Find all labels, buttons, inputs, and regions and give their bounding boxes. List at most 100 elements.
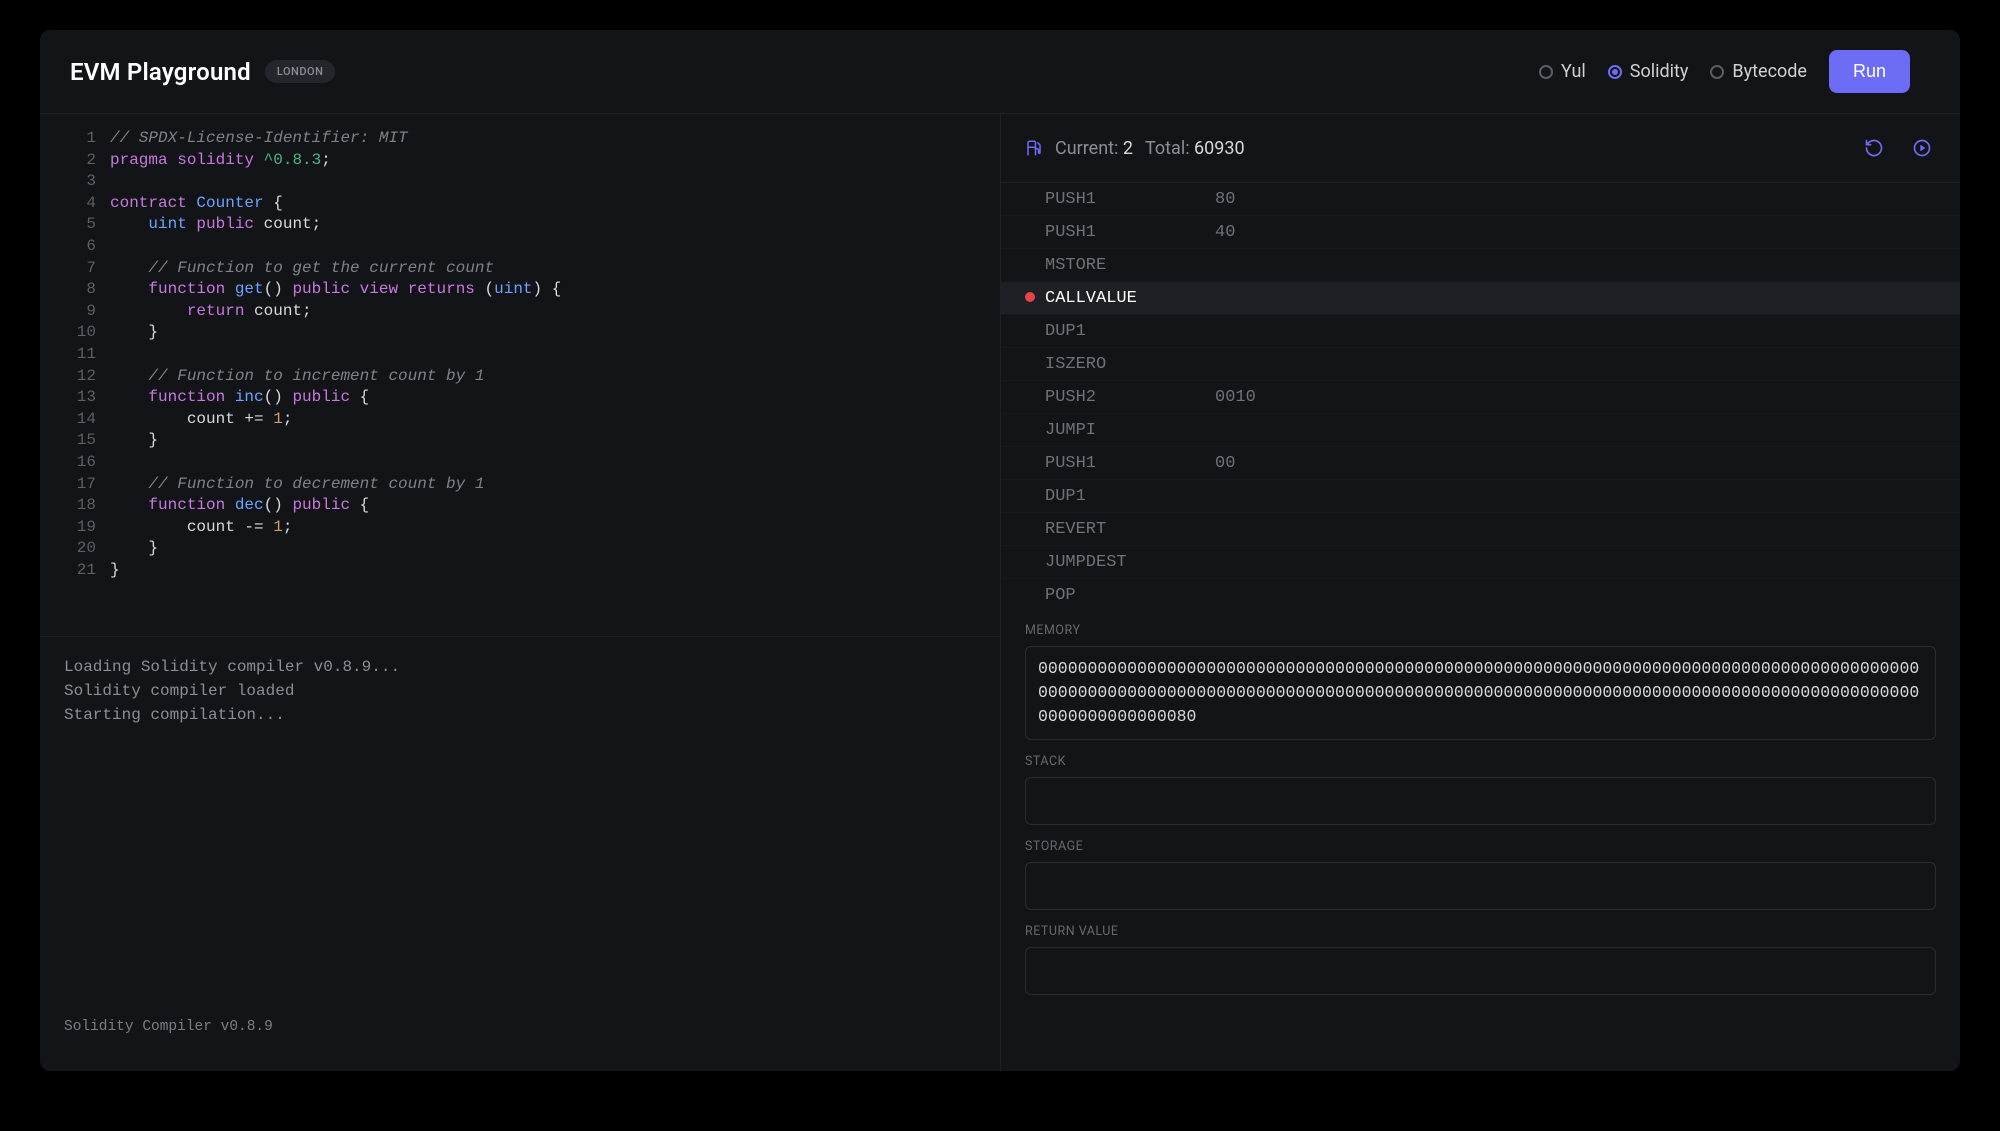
opcode-name: ISZERO <box>1045 355 1215 374</box>
opcode-row[interactable]: POP <box>1001 579 1960 603</box>
code-editor[interactable]: 1// SPDX-License-Identifier: MIT2pragma … <box>40 114 1000 636</box>
opcode-row[interactable]: DUP1 <box>1001 480 1960 513</box>
line-number: 6 <box>40 236 110 258</box>
opcode-arg: 80 <box>1215 190 1235 209</box>
line-number: 20 <box>40 538 110 560</box>
code-line: 2pragma solidity ^0.8.3; <box>40 150 1000 172</box>
code-line: 11 <box>40 344 1000 366</box>
app-window: EVM Playground LONDON Yul Solidity Bytecod… <box>40 30 1960 1071</box>
opcode-name: CALLVALUE <box>1045 289 1215 308</box>
code-line: 18 function dec() public { <box>40 495 1000 517</box>
lang-radio-group: Yul Solidity Bytecode <box>1539 61 1807 82</box>
line-number: 14 <box>40 409 110 431</box>
left-panel: 1// SPDX-License-Identifier: MIT2pragma … <box>40 114 1001 1071</box>
code-line: 17 // Function to decrement count by 1 <box>40 474 1000 496</box>
code-text: // Function to get the current count <box>110 258 494 280</box>
header: EVM Playground LONDON Yul Solidity Bytecod… <box>40 30 1960 114</box>
radio-label: Solidity <box>1630 61 1689 82</box>
header-left: EVM Playground LONDON <box>70 58 335 86</box>
compiler-version-label: Solidity Compiler v0.8.9 <box>64 1019 976 1035</box>
opcode-name: PUSH1 <box>1045 223 1215 242</box>
return-section: RETURN VALUE <box>1025 924 1936 995</box>
memory-label: MEMORY <box>1025 623 1936 638</box>
opcode-row[interactable]: PUSH100 <box>1001 447 1960 480</box>
code-text: // Function to increment count by 1 <box>110 366 484 388</box>
code-text <box>110 344 120 366</box>
gas-pump-icon <box>1025 139 1043 157</box>
right-header: Current: 2 Total: 60930 <box>1001 114 1960 183</box>
code-text: count -= 1; <box>110 517 292 539</box>
line-number: 16 <box>40 452 110 474</box>
line-number: 11 <box>40 344 110 366</box>
radio-label: Bytecode <box>1732 61 1807 82</box>
gas-info: Current: 2 Total: 60930 <box>1025 138 1245 159</box>
code-line: 19 count -= 1; <box>40 517 1000 539</box>
console-line: Solidity compiler loaded <box>64 679 976 703</box>
radio-label: Yul <box>1561 61 1586 82</box>
opcode-arg: 00 <box>1215 454 1235 473</box>
code-line: 1// SPDX-License-Identifier: MIT <box>40 128 1000 150</box>
storage-section: STORAGE <box>1025 839 1936 910</box>
code-line: 13 function inc() public { <box>40 387 1000 409</box>
gas-current: Current: 2 <box>1055 138 1133 159</box>
code-text: } <box>110 560 120 582</box>
opcode-name: POP <box>1045 586 1215 604</box>
code-text: function inc() public { <box>110 387 369 409</box>
code-line: 20 } <box>40 538 1000 560</box>
line-number: 17 <box>40 474 110 496</box>
opcode-row[interactable]: PUSH180 <box>1001 183 1960 216</box>
stack-value <box>1025 777 1936 825</box>
radio-dot-icon <box>1539 65 1553 79</box>
opcode-row[interactable]: CALLVALUE <box>1001 282 1960 315</box>
opcode-name: JUMPDEST <box>1045 553 1215 572</box>
run-button[interactable]: Run <box>1829 50 1910 93</box>
line-number: 1 <box>40 128 110 150</box>
step-button[interactable] <box>1908 134 1936 162</box>
code-line: 8 function get() public view returns (ui… <box>40 279 1000 301</box>
code-text <box>110 236 120 258</box>
body: 1// SPDX-License-Identifier: MIT2pragma … <box>40 114 1960 1071</box>
code-line: 10 } <box>40 322 1000 344</box>
console-line: Loading Solidity compiler v0.8.9... <box>64 655 976 679</box>
storage-value <box>1025 862 1936 910</box>
opcode-row[interactable]: PUSH20010 <box>1001 381 1960 414</box>
code-text <box>110 171 120 193</box>
code-text: count += 1; <box>110 409 292 431</box>
header-actions: Yul Solidity Bytecode Run <box>1539 50 1910 93</box>
line-number: 18 <box>40 495 110 517</box>
code-text: function dec() public { <box>110 495 369 517</box>
debugger-controls <box>1860 134 1936 162</box>
code-text: } <box>110 322 158 344</box>
opcode-row[interactable]: ISZERO <box>1001 348 1960 381</box>
opcode-row[interactable]: PUSH140 <box>1001 216 1960 249</box>
line-number: 21 <box>40 560 110 582</box>
line-number: 10 <box>40 322 110 344</box>
opcode-list[interactable]: PUSH180PUSH140MSTORECALLVALUEDUP1ISZEROP… <box>1001 183 1960 603</box>
opcode-row[interactable]: REVERT <box>1001 513 1960 546</box>
reset-button[interactable] <box>1860 134 1888 162</box>
vm-state: MEMORY 000000000000000000000000000000000… <box>1001 603 1960 1071</box>
code-text: } <box>110 430 158 452</box>
code-line: 4contract Counter { <box>40 193 1000 215</box>
line-number: 5 <box>40 214 110 236</box>
line-number: 4 <box>40 193 110 215</box>
code-text: return count; <box>110 301 312 323</box>
line-number: 13 <box>40 387 110 409</box>
opcode-name: REVERT <box>1045 520 1215 539</box>
line-number: 9 <box>40 301 110 323</box>
line-number: 8 <box>40 279 110 301</box>
radio-dot-icon <box>1608 65 1622 79</box>
memory-section: MEMORY 000000000000000000000000000000000… <box>1025 623 1936 740</box>
gas-total-value: 60930 <box>1194 138 1245 159</box>
opcode-row[interactable]: JUMPI <box>1001 414 1960 447</box>
lang-radio-bytecode[interactable]: Bytecode <box>1710 61 1807 82</box>
opcode-row[interactable]: JUMPDEST <box>1001 546 1960 579</box>
opcode-row[interactable]: DUP1 <box>1001 315 1960 348</box>
opcode-name: JUMPI <box>1045 421 1215 440</box>
opcode-row[interactable]: MSTORE <box>1001 249 1960 282</box>
lang-radio-yul[interactable]: Yul <box>1539 61 1586 82</box>
return-value <box>1025 947 1936 995</box>
code-line: 16 <box>40 452 1000 474</box>
line-number: 2 <box>40 150 110 172</box>
lang-radio-solidity[interactable]: Solidity <box>1608 61 1689 82</box>
